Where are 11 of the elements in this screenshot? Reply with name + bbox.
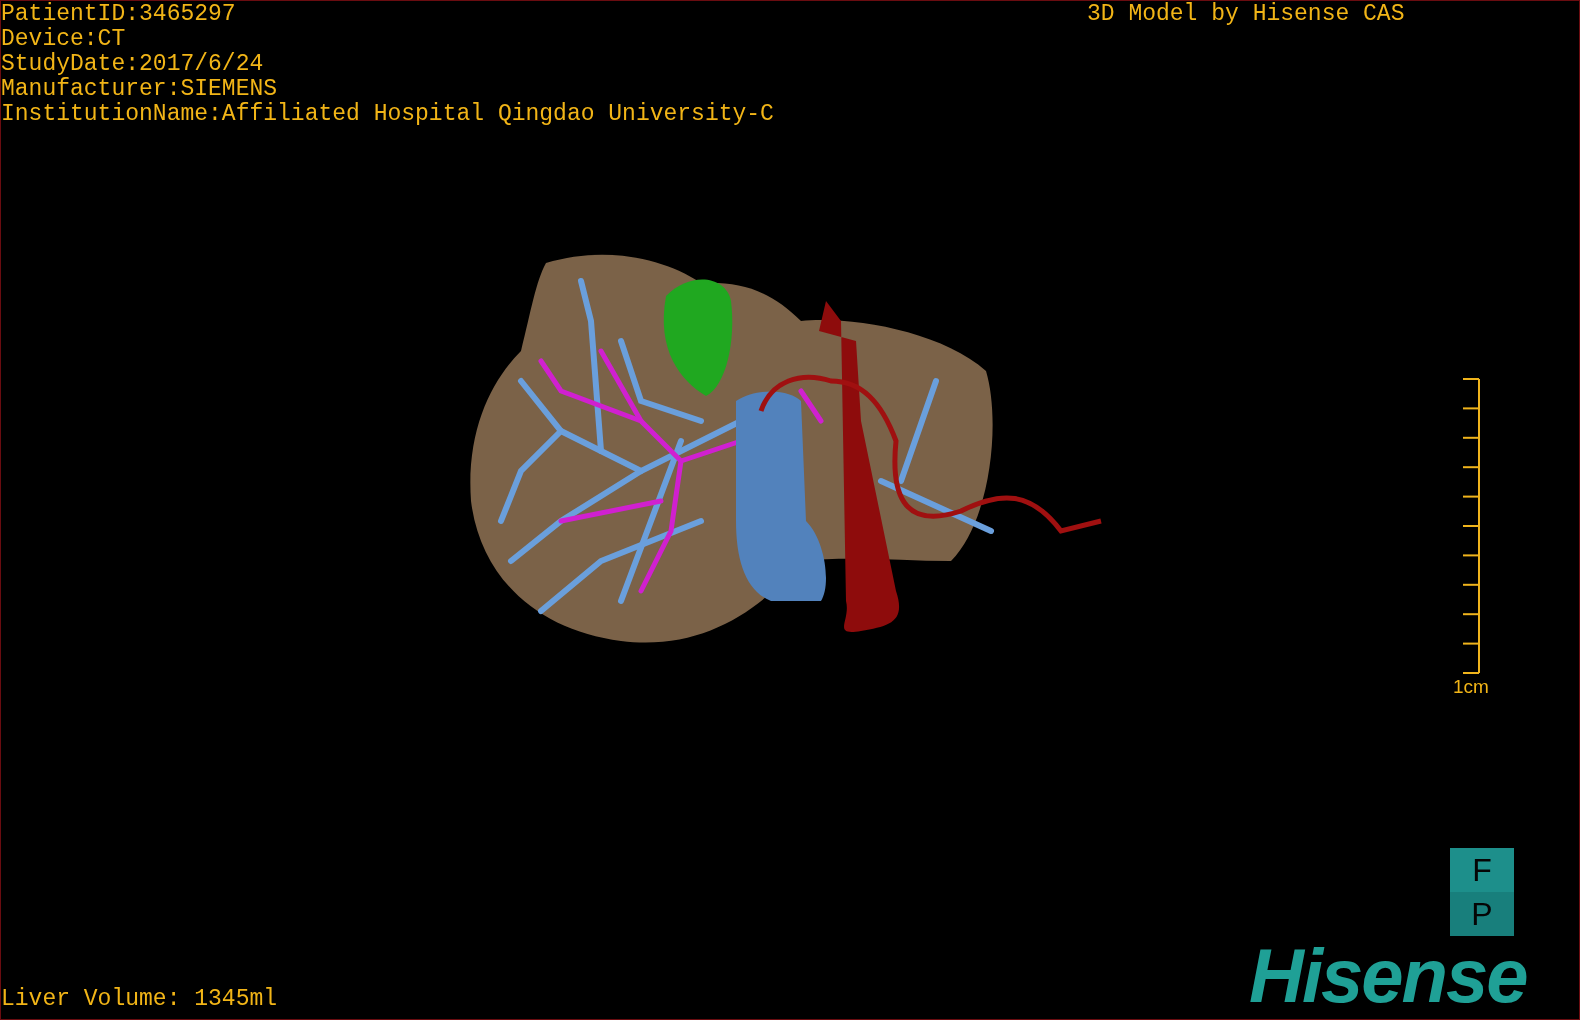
info-text: StudyDate:2017/6/24 [1, 52, 265, 77]
scale-label: 1cm [1453, 676, 1489, 698]
orientation-letter: P [1470, 894, 1494, 934]
orientation-letter: F [1450, 848, 1514, 892]
info-text: Device:CT [1, 27, 127, 52]
model-title: 3D Model by Hisense CAS [1087, 2, 1405, 27]
info-text: InstitutionName:Affiliated Hospital Qingdao University-C [1, 102, 774, 127]
liver-volume: Liver Volume: 1345ml [1, 987, 278, 1012]
info-text: PatientID:3465297 [1, 2, 237, 27]
brand-logo: Hisense [1249, 936, 1527, 1016]
info-text: Manufacturer:SIEMENS [1, 77, 279, 102]
